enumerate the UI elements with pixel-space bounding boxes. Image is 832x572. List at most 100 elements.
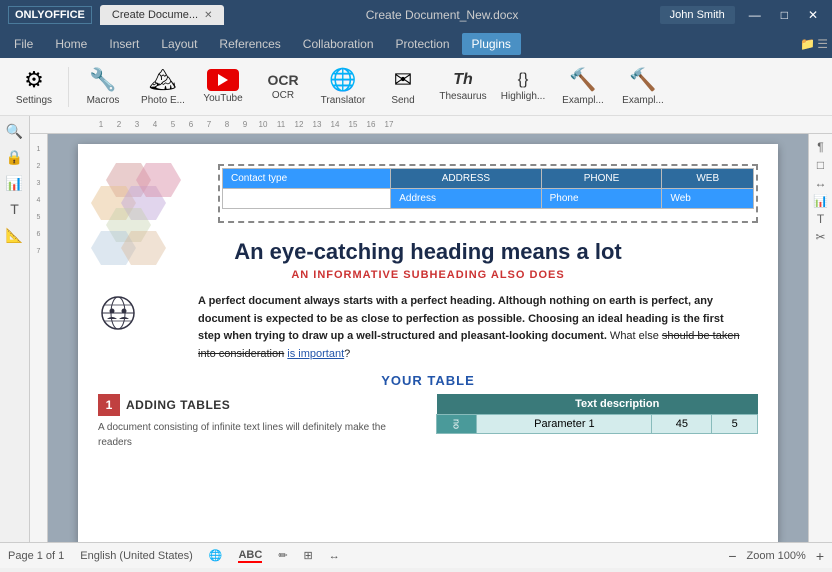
section-body: A document consisting of infinite text l… bbox=[98, 420, 420, 450]
sidebar-lock-icon[interactable]: 🔒 bbox=[4, 146, 26, 168]
contact-type-cell: Contact type bbox=[223, 169, 391, 189]
section-title: ADDING TABLES bbox=[126, 398, 230, 412]
user-name: John Smith bbox=[660, 6, 735, 24]
layout-view-icon[interactable]: ⊞ bbox=[304, 549, 313, 562]
phone-field: Phone bbox=[541, 189, 662, 209]
page-indicator: Page 1 of 1 bbox=[8, 550, 64, 562]
layout-icon[interactable]: ↔ bbox=[815, 176, 827, 190]
tab-title: Create Docume... bbox=[112, 9, 198, 21]
thesaurus-button[interactable]: Th Thesaurus bbox=[435, 62, 491, 112]
settings-icon: ⚙ bbox=[24, 67, 44, 93]
menu-bar: File Home Insert Layout References Colla… bbox=[0, 30, 832, 58]
highlight-label: Highligh... bbox=[501, 91, 545, 103]
youtube-label: YouTube bbox=[203, 93, 242, 105]
edit-icon[interactable]: ✏ bbox=[278, 549, 287, 562]
sidebar-text-icon[interactable]: T bbox=[4, 198, 26, 220]
example2-label: Exampl... bbox=[622, 95, 664, 107]
translator-button[interactable]: 🌐 Translator bbox=[315, 62, 371, 112]
address-header: ADDRESS bbox=[391, 169, 541, 189]
macros-label: Macros bbox=[87, 95, 120, 107]
left-section: 1 ADDING TABLES A document consisting of… bbox=[98, 394, 420, 450]
val1-cell: 45 bbox=[652, 415, 712, 434]
main-content: 1 2 3 4 5 6 7 8 9 10 11 12 13 14 15 16 1… bbox=[30, 116, 832, 542]
contact-table-selection: Contact type ADDRESS PHONE WEB Address P… bbox=[218, 164, 758, 223]
ocr-icon: OCR bbox=[267, 72, 298, 88]
send-button[interactable]: ✉ Send bbox=[375, 62, 431, 112]
photo-editor-button[interactable]: 🏔 Photo E... bbox=[135, 62, 191, 112]
close-button[interactable]: ✕ bbox=[802, 6, 824, 24]
your-table-title: YOUR TABLE bbox=[98, 373, 758, 388]
frame-icon[interactable]: □ bbox=[817, 158, 824, 172]
vertical-ruler: 1 2 3 4 5 6 7 bbox=[30, 134, 48, 542]
text-width-icon[interactable]: T bbox=[817, 212, 824, 226]
document-tab[interactable]: Create Docume... ✕ bbox=[100, 5, 225, 25]
menu-layout[interactable]: Layout bbox=[151, 33, 207, 55]
hex-decoration bbox=[86, 158, 216, 288]
menu-protection[interactable]: Protection bbox=[386, 33, 460, 55]
menu-home[interactable]: Home bbox=[45, 33, 97, 55]
right-table-section: Text description no Parameter 1 45 5 bbox=[436, 394, 758, 450]
photo-editor-label: Photo E... bbox=[141, 95, 185, 107]
settings-button[interactable]: ⚙ Settings bbox=[6, 62, 62, 112]
folder-icon[interactable]: 📁 bbox=[800, 37, 815, 51]
macros-icon: 🔧 bbox=[89, 67, 116, 93]
scissors-icon[interactable]: ✂ bbox=[815, 230, 825, 244]
status-right: − Zoom 100% + bbox=[728, 548, 824, 564]
app-logo: ONLYOFFICE bbox=[8, 6, 92, 24]
val2-cell: 5 bbox=[712, 415, 758, 434]
zoom-plus-button[interactable]: + bbox=[816, 548, 824, 564]
menu-insert[interactable]: Insert bbox=[99, 33, 149, 55]
address-field: Address bbox=[391, 189, 541, 209]
example2-button[interactable]: 🔨 Exampl... bbox=[615, 62, 671, 112]
menu-references[interactable]: References bbox=[209, 33, 290, 55]
data-table-header: Text description bbox=[477, 394, 758, 415]
menu-collaboration[interactable]: Collaboration bbox=[293, 33, 384, 55]
globe-icon bbox=[98, 293, 138, 333]
translator-label: Translator bbox=[321, 95, 366, 107]
send-icon: ✉ bbox=[394, 67, 412, 93]
body-text-bold: A perfect document always starts with a … bbox=[198, 295, 724, 342]
param-cell: Parameter 1 bbox=[477, 415, 652, 434]
example1-button[interactable]: 🔨 Exampl... bbox=[555, 62, 611, 112]
ocr-button[interactable]: OCR OCR bbox=[255, 62, 311, 112]
menu-plugins[interactable]: Plugins bbox=[462, 33, 521, 55]
maximize-button[interactable]: □ bbox=[775, 6, 794, 24]
youtube-button[interactable]: YouTube bbox=[195, 62, 251, 112]
send-label: Send bbox=[391, 95, 414, 107]
tab-close-icon[interactable]: ✕ bbox=[204, 10, 212, 21]
minimize-button[interactable]: — bbox=[743, 6, 767, 24]
fit-width-icon[interactable]: ↔ bbox=[329, 550, 340, 562]
toolbar-separator-1 bbox=[68, 67, 69, 107]
data-table: Text description no Parameter 1 45 5 bbox=[436, 394, 758, 434]
right-sidebar: ¶ □ ↔ 📊 T ✂ bbox=[808, 134, 832, 542]
web-header: WEB bbox=[662, 169, 754, 189]
hamburger-icon[interactable]: ☰ bbox=[817, 37, 828, 51]
globe-icon-container bbox=[98, 293, 142, 336]
highlight-icon: {} bbox=[518, 71, 529, 89]
body-text: A perfect document always starts with a … bbox=[198, 293, 748, 363]
macros-button[interactable]: 🔧 Macros bbox=[75, 62, 131, 112]
menu-file[interactable]: File bbox=[4, 33, 43, 55]
paragraph-icon[interactable]: ¶ bbox=[817, 140, 823, 154]
highlight-button[interactable]: {} Highligh... bbox=[495, 62, 551, 112]
sidebar-measure-icon[interactable]: 📐 bbox=[4, 224, 26, 246]
spellcheck-icon[interactable]: ABC bbox=[238, 549, 262, 563]
example1-icon: 🔨 bbox=[569, 67, 596, 93]
example2-icon: 🔨 bbox=[629, 67, 656, 93]
sidebar-search-icon[interactable]: 🔍 bbox=[4, 120, 26, 142]
youtube-icon bbox=[207, 69, 239, 91]
zoom-minus-button[interactable]: − bbox=[728, 548, 736, 564]
body-section: A perfect document always starts with a … bbox=[98, 293, 758, 363]
link-text[interactable]: is important bbox=[287, 348, 344, 360]
thesaurus-label: Thesaurus bbox=[439, 91, 486, 103]
document-area[interactable]: Contact type ADDRESS PHONE WEB Address P… bbox=[48, 134, 808, 542]
language-selector[interactable]: English (United States) bbox=[80, 550, 193, 562]
title-bar: ONLYOFFICE Create Docume... ✕ Create Doc… bbox=[0, 0, 832, 30]
globe-status-icon[interactable]: 🌐 bbox=[209, 549, 223, 562]
web-field: Web bbox=[662, 189, 754, 209]
chart-icon[interactable]: 📊 bbox=[813, 194, 828, 208]
settings-label: Settings bbox=[16, 95, 52, 107]
sidebar-chart-icon[interactable]: 📊 bbox=[4, 172, 26, 194]
example1-label: Exampl... bbox=[562, 95, 604, 107]
phone-header: PHONE bbox=[541, 169, 662, 189]
